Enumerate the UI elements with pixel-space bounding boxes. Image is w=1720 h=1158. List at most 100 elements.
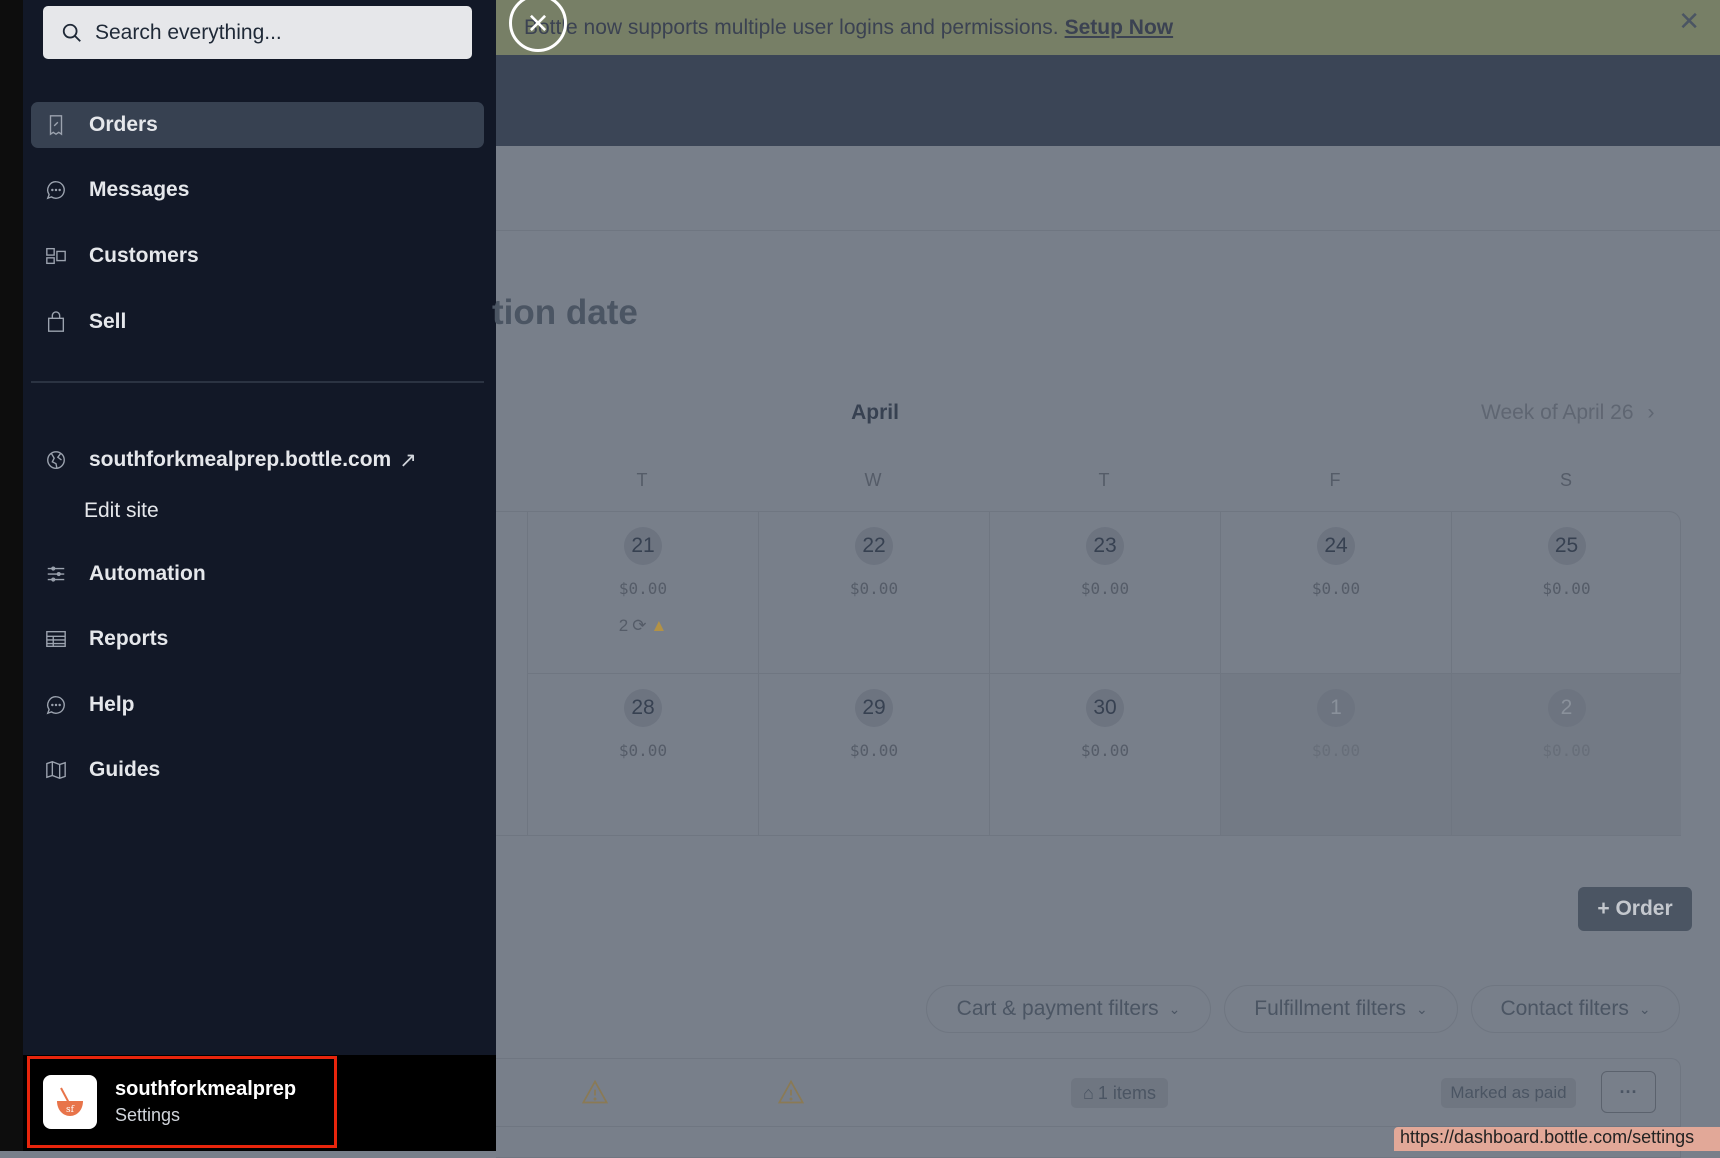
shopping-bag-icon: ⌂ — [1083, 1082, 1094, 1103]
top-header — [496, 55, 1720, 146]
more-options-button[interactable]: ··· — [1601, 1071, 1656, 1113]
weekday-label: F — [1329, 470, 1341, 490]
calendar-day[interactable]: 29 $0.00 — [758, 674, 989, 836]
sidebar-item-label: Guides — [89, 758, 161, 781]
order-count: 2 — [618, 616, 629, 635]
receipt-icon — [49, 115, 63, 136]
items-badge: ⌂ 1 items — [1071, 1078, 1168, 1108]
chat-icon — [46, 181, 65, 200]
search-placeholder: Search everything... — [95, 20, 282, 44]
sidebar-item-label: Help — [89, 693, 135, 716]
sidebar-item-label: Customers — [89, 244, 199, 267]
day-number: 30 — [1086, 689, 1124, 727]
warning-icon — [777, 1079, 805, 1104]
sidebar-divider — [31, 381, 484, 383]
shopping-bag-icon — [47, 311, 65, 332]
weekday-label: W — [864, 470, 882, 490]
day-total: $0.00 — [1542, 741, 1591, 760]
warning-icon: ▲ — [650, 616, 668, 635]
fulfillment-filter[interactable]: Fulfillment filters ⌄ — [1224, 985, 1458, 1033]
cart-payment-filter[interactable]: Cart & payment filters ⌄ — [926, 985, 1211, 1033]
day-total: $0.00 — [1542, 579, 1591, 598]
weekday-label: T — [636, 470, 648, 490]
warning-icon — [581, 1079, 609, 1104]
filter-label: Cart & payment filters — [956, 997, 1159, 1020]
day-number: 1 — [1317, 689, 1355, 727]
day-number: 22 — [855, 527, 893, 565]
site-link-label: southforkmealprep.bottle.com — [89, 448, 392, 471]
globe-icon — [47, 451, 65, 469]
calendar-day[interactable]: 2 $0.00 — [1451, 674, 1681, 836]
day-number: 29 — [855, 689, 893, 727]
account-name: southforkmealprep — [115, 1078, 297, 1100]
day-total: $0.00 — [1080, 741, 1130, 760]
map-icon — [46, 761, 66, 779]
account-settings-button[interactable]: sf southforkmealprep Settings — [27, 1056, 337, 1148]
day-total: $0.00 — [849, 741, 899, 760]
calendar-day[interactable]: 25 $0.00 — [1451, 512, 1681, 674]
add-order-button[interactable]: + Order — [1578, 887, 1692, 931]
week-label: Week of April 26 — [1481, 401, 1634, 424]
chevron-down-icon: ⌄ — [1415, 1000, 1428, 1017]
filter-label: Fulfillment filters — [1254, 997, 1406, 1020]
edit-site-link[interactable]: Edit site — [31, 488, 484, 534]
chevron-right-icon: › — [1647, 401, 1655, 424]
contact-filter[interactable]: Contact filters ⌄ — [1471, 985, 1680, 1033]
sidebar-item-orders[interactable]: Orders — [31, 102, 484, 148]
filter-label: Contact filters — [1500, 997, 1629, 1020]
edit-site-label: Edit site — [84, 499, 159, 522]
day-indicators: 2 ⟳ ▲ — [619, 616, 668, 636]
page-title: tion date — [492, 293, 638, 332]
day-number: 24 — [1317, 527, 1355, 565]
day-number: 28 — [624, 689, 662, 727]
sidebar-item-reports[interactable]: Reports — [31, 616, 484, 662]
day-number: 25 — [1547, 527, 1586, 565]
sidebar-item-help[interactable]: Help — [31, 682, 484, 728]
banner-close-icon[interactable]: ✕ — [1678, 6, 1700, 37]
day-total: $0.00 — [1080, 579, 1130, 598]
sidebar-item-sell[interactable]: Sell — [31, 299, 484, 345]
day-number: 21 — [624, 527, 662, 565]
items-count: 1 items — [1097, 1082, 1156, 1103]
sidebar-item-label: Reports — [89, 627, 169, 650]
calendar-day[interactable]: 24 $0.00 — [1220, 512, 1451, 674]
calendar-day[interactable]: 30 $0.00 — [989, 674, 1220, 836]
chevron-down-icon: ⌄ — [1638, 1000, 1651, 1017]
site-link[interactable]: southforkmealprep.bottle.com ↗ — [31, 437, 484, 483]
calendar-month: April — [851, 401, 899, 424]
day-number: 23 — [1086, 527, 1124, 565]
calendar-day[interactable]: 28 $0.00 — [527, 674, 758, 836]
calendar-day[interactable]: 1 $0.00 — [1220, 674, 1451, 836]
weekday-label: S — [1559, 470, 1572, 490]
store-logo: sf — [43, 1075, 97, 1129]
sidebar-item-label: Orders — [89, 113, 158, 136]
status-bar-url: https://dashboard.bottle.com/settings — [1394, 1127, 1720, 1151]
search-input[interactable]: Search everything... — [43, 6, 472, 59]
sliders-icon — [47, 566, 65, 582]
day-total: $0.00 — [1311, 579, 1361, 598]
customers-icon — [46, 247, 66, 265]
table-icon — [46, 630, 66, 648]
sidebar-item-automation[interactable]: Automation — [31, 551, 484, 597]
sidebar-item-label: Automation — [89, 562, 206, 585]
day-total: $0.00 — [618, 579, 668, 598]
recurring-icon: ⟳ — [632, 616, 647, 635]
calendar-day[interactable]: 21 $0.00 2 ⟳ ▲ — [527, 512, 758, 674]
window-edge — [0, 0, 23, 1151]
weekday-label: T — [1098, 470, 1110, 490]
sidebar-item-label: Sell — [89, 310, 127, 333]
svg-text:sf: sf — [66, 1105, 75, 1115]
sidebar-item-guides[interactable]: Guides — [31, 747, 484, 793]
external-link-icon: ↗ — [399, 448, 417, 472]
account-settings-label: Settings — [115, 1105, 181, 1125]
next-week-button[interactable]: Week of April 26 › — [1481, 401, 1655, 425]
sidebar-item-label: Messages — [89, 178, 190, 201]
sidebar-item-customers[interactable]: Customers — [31, 233, 484, 279]
sidebar-item-messages[interactable]: Messages — [31, 167, 484, 213]
day-total: $0.00 — [618, 741, 668, 760]
setup-now-link[interactable]: Setup Now — [1065, 16, 1174, 40]
day-total: $0.00 — [849, 579, 899, 598]
calendar-day[interactable]: 22 $0.00 — [758, 512, 989, 674]
calendar-day[interactable]: 23 $0.00 — [989, 512, 1220, 674]
announcement-banner: Bottle now supports multiple user logins… — [496, 0, 1720, 55]
